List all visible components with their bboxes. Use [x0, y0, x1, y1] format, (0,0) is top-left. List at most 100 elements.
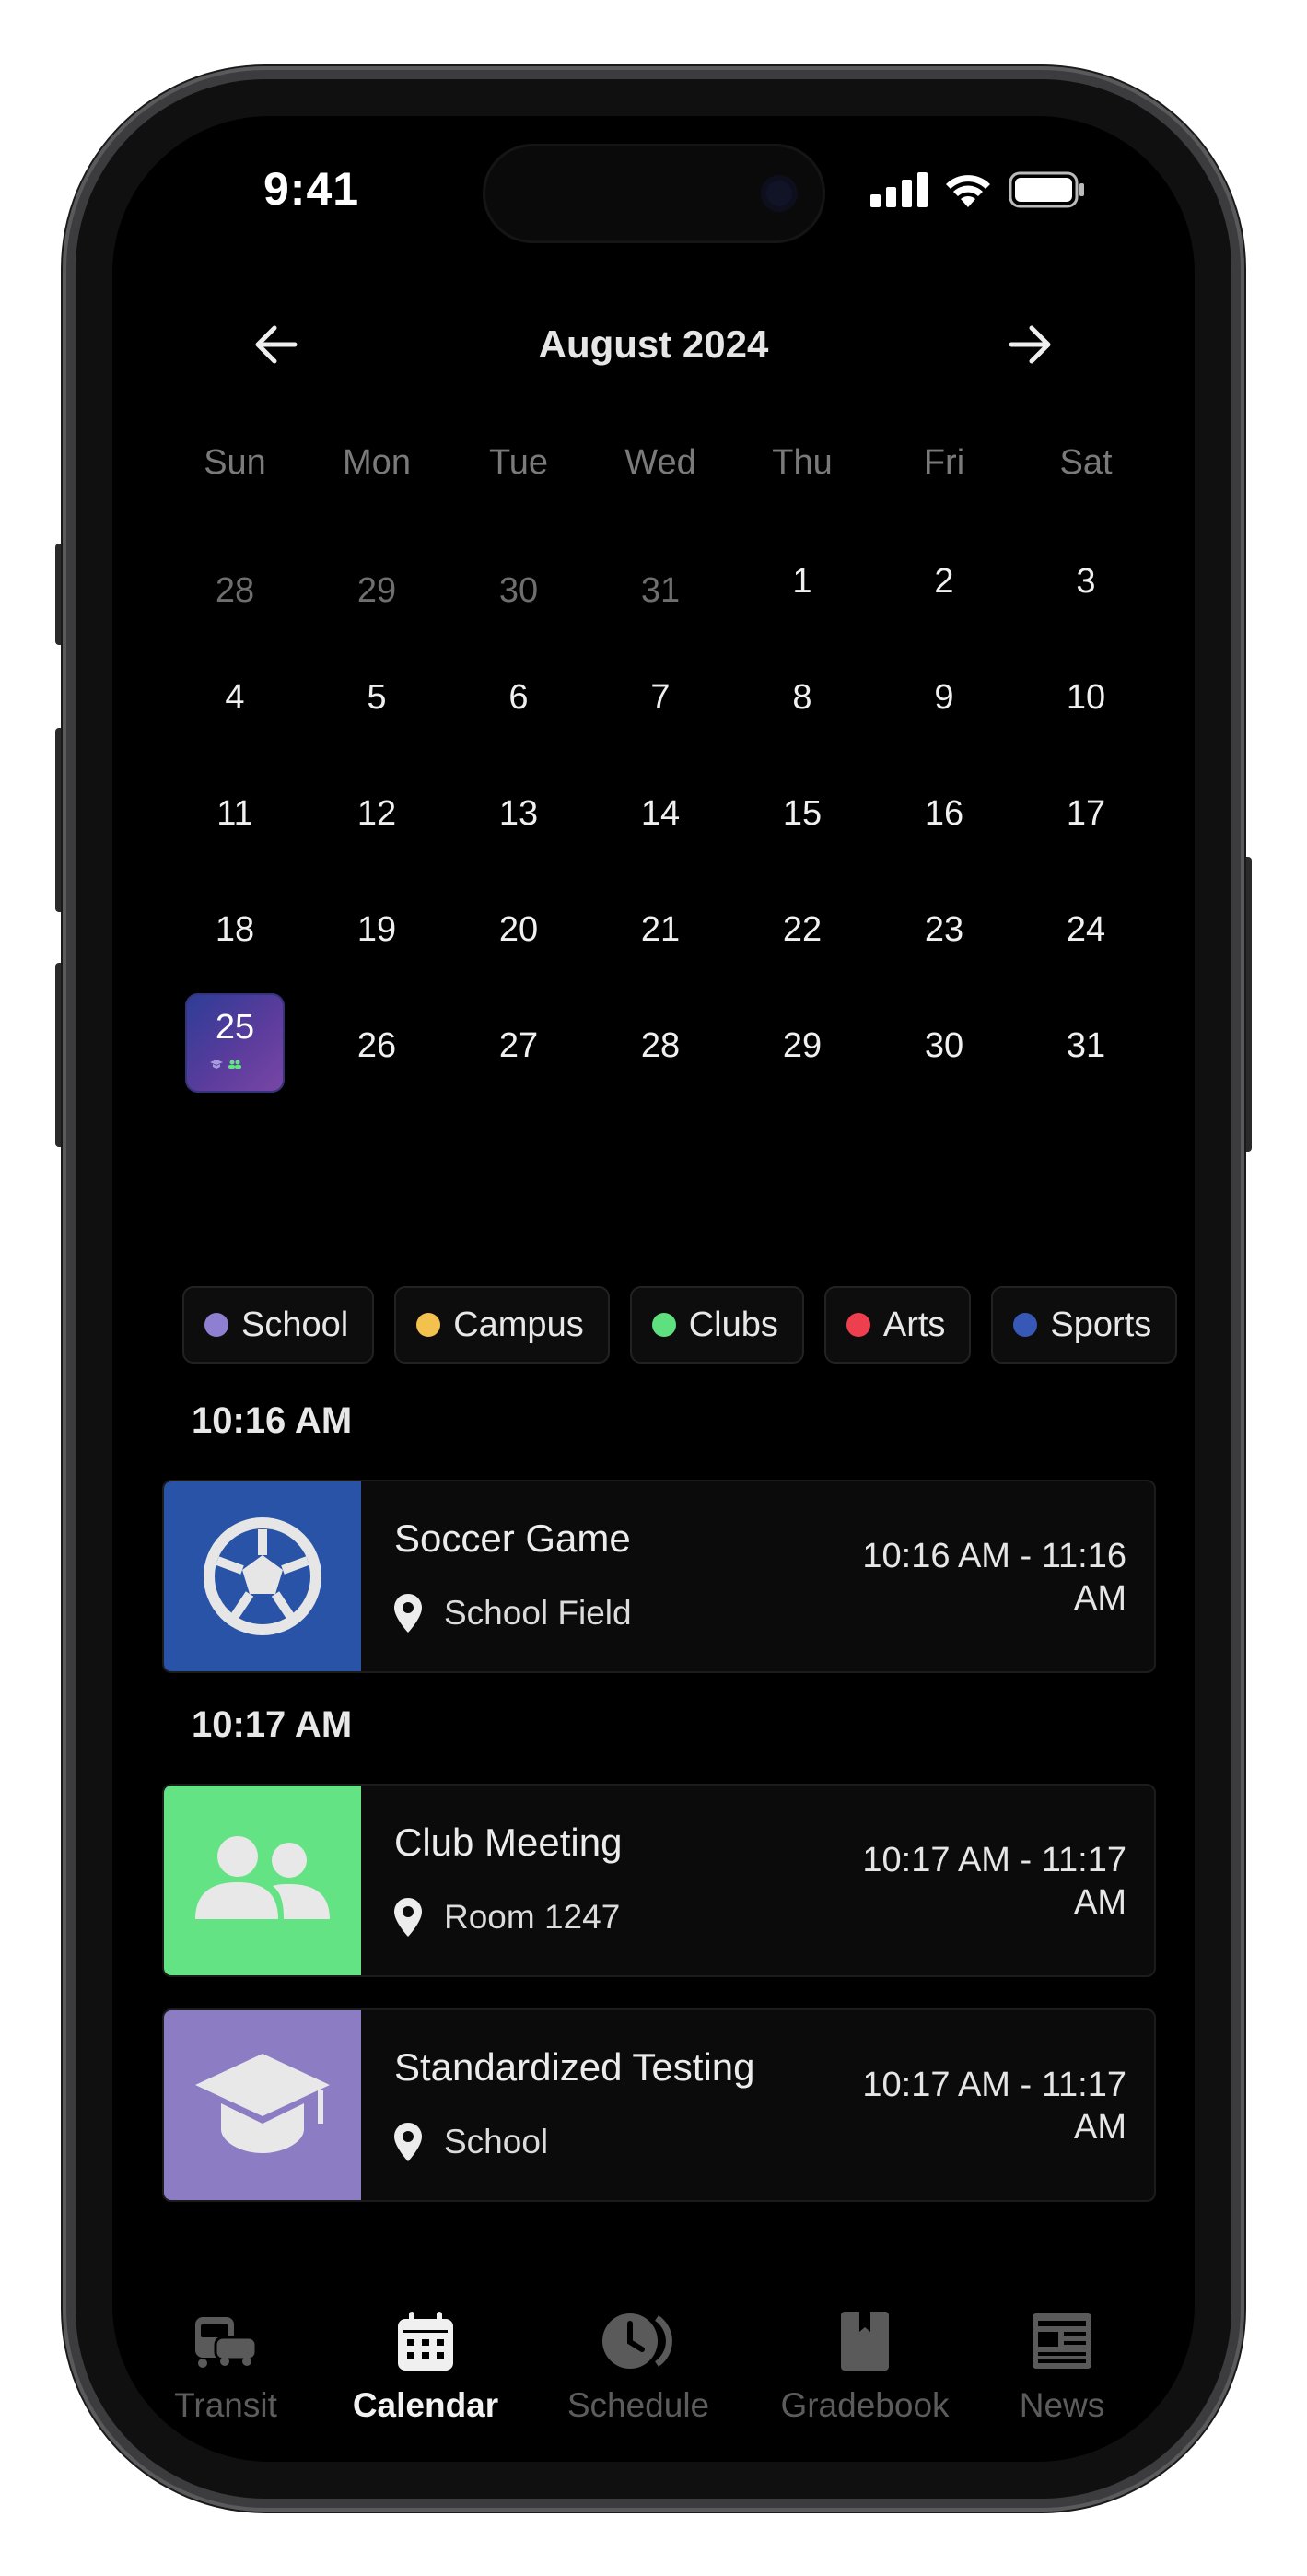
dynamic-island — [483, 144, 825, 243]
soccer-ball-icon — [204, 1517, 321, 1635]
weekday-label: Mon — [343, 443, 411, 482]
calendar-day[interactable]: 22 — [731, 877, 873, 993]
calendar-day[interactable]: 14 — [589, 761, 731, 877]
camera-icon — [761, 175, 798, 212]
calendar-day[interactable]: 31 — [589, 529, 731, 645]
status-time: 9:41 — [263, 163, 360, 215]
location-pin-icon — [394, 2123, 422, 2161]
calendar-day[interactable]: 11 — [164, 761, 306, 877]
tab-calendar[interactable]: Calendar — [343, 2309, 508, 2425]
calendar-day[interactable]: 6 — [448, 645, 589, 761]
calendar-day-selected[interactable]: 25 — [164, 993, 306, 1109]
calendar-day[interactable]: 18 — [164, 877, 306, 993]
event-time-range: 10:17 AM - 11:17 AM — [862, 1841, 1126, 1922]
calendar-day[interactable]: 30 — [448, 529, 589, 645]
tab-gradebook[interactable]: Gradebook — [768, 2309, 962, 2425]
filter-chip-sports[interactable]: Sports — [991, 1286, 1178, 1364]
graduation-cap-icon — [195, 2054, 330, 2153]
calendar-day[interactable]: 31 — [1015, 993, 1157, 1109]
calendar-grid: 28 29 30 31 1 2 3 4 5 6 7 8 9 10 11 12 1… — [164, 529, 1159, 1109]
calendar-day[interactable]: 8 — [731, 645, 873, 761]
calendar-day[interactable]: 7 — [589, 645, 731, 761]
calendar-icon — [398, 2312, 453, 2371]
filter-chip-clubs[interactable]: Clubs — [629, 1286, 804, 1364]
calendar-day[interactable]: 4 — [164, 645, 306, 761]
event-card-club-meeting[interactable]: Club Meeting Room 1247 10:17 AM - 11:17 … — [162, 1784, 1156, 1977]
calendar-week: 25 26 27 28 29 30 31 — [164, 993, 1159, 1109]
event-thumbnail — [164, 2010, 361, 2200]
calendar-day[interactable]: 28 — [164, 529, 306, 645]
graduation-cap-icon — [210, 1060, 223, 1069]
calendar-day[interactable]: 20 — [448, 877, 589, 993]
calendar-day[interactable]: 3 — [1015, 529, 1157, 645]
day-event-indicators — [210, 1060, 241, 1069]
calendar-week: 18 19 20 21 22 23 24 — [164, 877, 1159, 993]
weekday-label: Thu — [772, 443, 833, 482]
calendar-day[interactable]: 15 — [731, 761, 873, 877]
weekday-label: Tue — [488, 443, 549, 482]
weekday-label: Fri — [923, 443, 965, 482]
tab-schedule[interactable]: Schedule — [560, 2309, 717, 2425]
event-title: Soccer Game — [394, 1516, 631, 1560]
calendar-day[interactable]: 16 — [873, 761, 1015, 877]
event-card-standardized-testing[interactable]: Standardized Testing School 10:17 AM - 1… — [162, 2008, 1156, 2202]
event-group-time: 10:16 AM — [192, 1400, 353, 1441]
calendar-header: August 2024 — [112, 310, 1195, 383]
wifi-icon — [946, 175, 990, 207]
calendar-day[interactable]: 9 — [873, 645, 1015, 761]
weekday-label: Wed — [624, 443, 696, 482]
weekday-label: Sat — [1059, 443, 1113, 482]
event-card-soccer-game[interactable]: Soccer Game School Field 10:16 AM - 11:1… — [162, 1480, 1156, 1673]
calendar-day[interactable]: 26 — [306, 993, 448, 1109]
calendar-day[interactable]: 27 — [448, 993, 589, 1109]
event-title: Standardized Testing — [394, 2045, 755, 2089]
schedule-clock-icon — [602, 2313, 672, 2369]
next-month-button[interactable] — [998, 317, 1063, 372]
filter-chip-campus[interactable]: Campus — [394, 1286, 610, 1364]
event-thumbnail — [164, 1481, 361, 1671]
calendar-day[interactable]: 17 — [1015, 761, 1157, 877]
event-location: School — [394, 2123, 548, 2161]
calendar-week: 28 29 30 31 1 2 3 — [164, 529, 1159, 645]
calendar-day[interactable]: 24 — [1015, 877, 1157, 993]
calendar-day[interactable]: 5 — [306, 645, 448, 761]
status-icons — [870, 171, 1086, 208]
clubs-color-dot — [651, 1313, 676, 1337]
calendar-day[interactable]: 29 — [306, 529, 448, 645]
weekday-header: Sun Mon Tue Wed Thu Fri Sat — [164, 443, 1159, 483]
campus-color-dot — [416, 1313, 441, 1337]
event-thumbnail — [164, 1786, 361, 1975]
school-color-dot — [204, 1313, 228, 1337]
cellular-signal-icon — [870, 172, 928, 207]
bottom-tab-bar: Transit Calendar Schedule Gradebook News — [112, 2309, 1195, 2456]
weekday-label: Sun — [204, 443, 266, 482]
calendar-day[interactable]: 10 — [1015, 645, 1157, 761]
event-location: School Field — [394, 1594, 632, 1633]
calendar-day[interactable]: 19 — [306, 877, 448, 993]
calendar-day[interactable]: 23 — [873, 877, 1015, 993]
event-title: Club Meeting — [394, 1821, 623, 1864]
event-time-range: 10:16 AM - 11:16 AM — [862, 1537, 1126, 1618]
calendar-day[interactable]: 13 — [448, 761, 589, 877]
filter-chip-arts[interactable]: Arts — [823, 1286, 972, 1364]
bus-car-icon — [195, 2317, 258, 2368]
phone-screen: 9:41 August 2024 Sun Mon Tue Wed Thu Fri… — [112, 116, 1195, 2462]
calendar-day[interactable]: 29 — [731, 993, 873, 1109]
people-icon — [228, 1060, 241, 1069]
calendar-day[interactable]: 12 — [306, 761, 448, 877]
event-time-range: 10:17 AM - 11:17 AM — [862, 2066, 1126, 2147]
calendar-day[interactable]: 28 — [589, 993, 731, 1109]
arrow-right-icon — [1009, 325, 1051, 364]
filter-chip-school[interactable]: School — [182, 1286, 375, 1364]
calendar-day[interactable]: 30 — [873, 993, 1015, 1109]
location-pin-icon — [394, 1594, 422, 1633]
calendar-day[interactable]: 21 — [589, 877, 731, 993]
calendar-day[interactable]: 1 — [731, 529, 873, 645]
category-filters: School Campus Clubs Arts Sports — [182, 1286, 1178, 1364]
tab-transit[interactable]: Transit — [157, 2309, 295, 2425]
tab-news[interactable]: News — [1002, 2309, 1122, 2425]
battery-icon — [1009, 171, 1084, 208]
arts-color-dot — [846, 1313, 870, 1337]
calendar-day[interactable]: 2 — [873, 529, 1015, 645]
newspaper-icon — [1033, 2313, 1091, 2369]
